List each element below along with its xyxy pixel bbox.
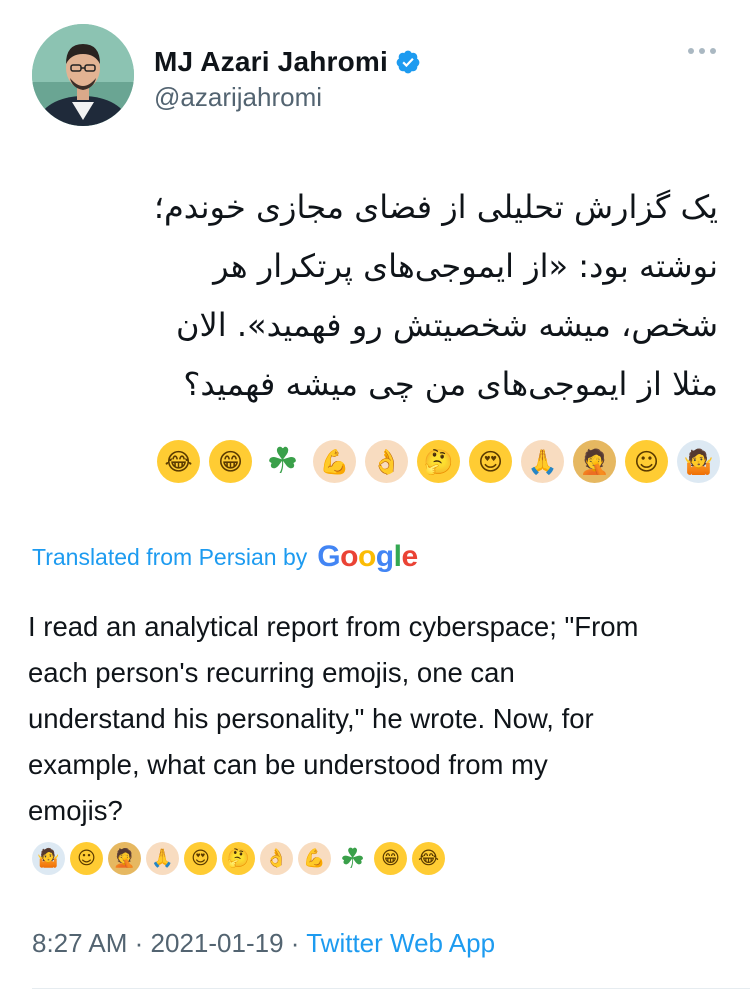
english-line: I read an analytical report from cybersp…: [28, 611, 639, 642]
smiling-face-with-heart-eyes-icon: 😍: [184, 842, 217, 875]
english-line: example, what can be understood from my: [28, 749, 548, 780]
persian-line: مثلا از ایموجی‌های من چی میشه فهمید؟: [183, 365, 718, 403]
four-leaf-clover-icon: ☘: [336, 842, 369, 875]
translated-emoji-row: 🤷 ☺ 🤦 🙏 😍 🤔 👌 💪 ☘ 😁 😂: [32, 842, 445, 875]
tweet-date[interactable]: 2021-01-19: [151, 928, 284, 958]
translation-attribution[interactable]: Translated from Persian by Google: [32, 540, 418, 574]
thinking-face-icon: 🤔: [222, 842, 255, 875]
man-shrugging-icon: 🤷: [677, 440, 720, 483]
english-line: understand his personality," he wrote. N…: [28, 703, 594, 734]
english-line: each person's recurring emojis, one can: [28, 657, 515, 688]
man-facepalming-icon: 🤦: [108, 842, 141, 875]
google-logo-icon: Google: [317, 540, 418, 573]
avatar[interactable]: [32, 24, 134, 126]
smiling-face-with-heart-eyes-icon: 😍: [469, 440, 512, 483]
verified-badge-icon: [396, 50, 420, 74]
ok-hand-icon: 👌: [365, 440, 408, 483]
display-name[interactable]: MJ Azari Jahromi: [154, 46, 388, 78]
ok-hand-icon: 👌: [260, 842, 293, 875]
smiling-face-with-smiling-eyes-icon: ☺: [625, 440, 668, 483]
meta-separator: ·: [290, 928, 300, 958]
grinning-face-with-smiling-eyes-icon: 😁: [374, 842, 407, 875]
persian-line: نوشته بود: «از ایموجی‌های پرتکرار هر: [213, 247, 718, 285]
tweet-source-link[interactable]: Twitter Web App: [306, 928, 495, 958]
tweet-text-translated: I read an analytical report from cybersp…: [28, 604, 728, 834]
smiling-face-with-smiling-eyes-icon: ☺: [70, 842, 103, 875]
divider: [32, 988, 750, 989]
english-line: emojis?: [28, 795, 123, 826]
more-options-icon[interactable]: [688, 48, 716, 54]
flexed-biceps-icon: 💪: [298, 842, 331, 875]
persian-line: یک گزارش تحلیلی از فضای مجازی خوندم؛: [153, 188, 718, 226]
folded-hands-icon: 🙏: [521, 440, 564, 483]
tweet-text-persian: یک گزارش تحلیلی از فضای مجازی خوندم؛ نوش…: [32, 178, 718, 414]
handle[interactable]: @azarijahromi: [154, 82, 421, 113]
translation-label: Translated from Persian by: [32, 543, 308, 570]
tweet-time[interactable]: 8:27 AM: [32, 928, 127, 958]
face-with-tears-of-joy-icon: 😂: [412, 842, 445, 875]
four-leaf-clover-icon: ☘: [261, 440, 304, 483]
grinning-face-with-smiling-eyes-icon: 😁: [209, 440, 252, 483]
author-names: MJ Azari Jahromi @azarijahromi: [154, 44, 421, 113]
folded-hands-icon: 🙏: [146, 842, 179, 875]
man-facepalming-icon: 🤦: [573, 440, 616, 483]
face-with-tears-of-joy-icon: 😂: [157, 440, 200, 483]
tweet-header: MJ Azari Jahromi @azarijahromi: [32, 24, 722, 134]
persian-emoji-row: 🤷 ☺ 🤦 🙏 😍 🤔 👌 💪 ☘ 😁 😂: [157, 440, 720, 483]
display-name-row: MJ Azari Jahromi: [154, 44, 421, 80]
man-shrugging-icon: 🤷: [32, 842, 65, 875]
flexed-biceps-icon: 💪: [313, 440, 356, 483]
thinking-face-icon: 🤔: [417, 440, 460, 483]
meta-separator: ·: [134, 928, 144, 958]
persian-line: شخص، میشه شخصیتش رو فهمید». الان: [176, 306, 718, 344]
tweet-metadata: 8:27 AM · 2021-01-19 · Twitter Web App: [32, 928, 495, 959]
